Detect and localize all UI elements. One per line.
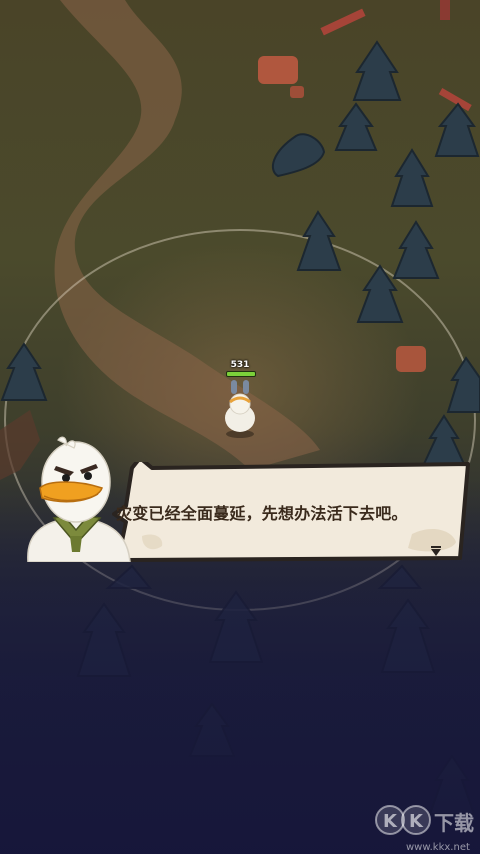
pine-tree [352, 40, 402, 101]
pine-tree [271, 133, 326, 178]
game-map[interactable]: 531 灾变已经全面蔓延，先想办法活下去吧。 K K 下载 www.kkx.ne… [0, 0, 480, 854]
triangle-down-icon[interactable] [430, 546, 442, 556]
pine-tree [422, 414, 466, 465]
dialog-box[interactable]: 灾变已经全面蔓延，先想办法活下去吧。 [112, 462, 474, 562]
pine-tree [334, 102, 378, 151]
duck-portrait [27, 436, 131, 562]
survivor-sprite [225, 380, 255, 438]
pine-tree [434, 102, 480, 157]
svg-text:K: K [409, 811, 424, 832]
pine-tree [0, 342, 48, 401]
pine-tree [392, 220, 440, 279]
player-hp-value: 531 [230, 360, 250, 370]
player-character[interactable]: 531 [218, 360, 262, 440]
svg-text:下载: 下载 [434, 811, 474, 835]
pine-tree [296, 210, 342, 271]
dialog-text: 灾变已经全面蔓延，先想办法活下去吧。 [116, 504, 408, 523]
watermark-url: www.kkx.net [406, 842, 470, 853]
pine-tree [390, 148, 434, 207]
pine-tree [446, 356, 480, 413]
svg-text:K: K [383, 811, 398, 832]
